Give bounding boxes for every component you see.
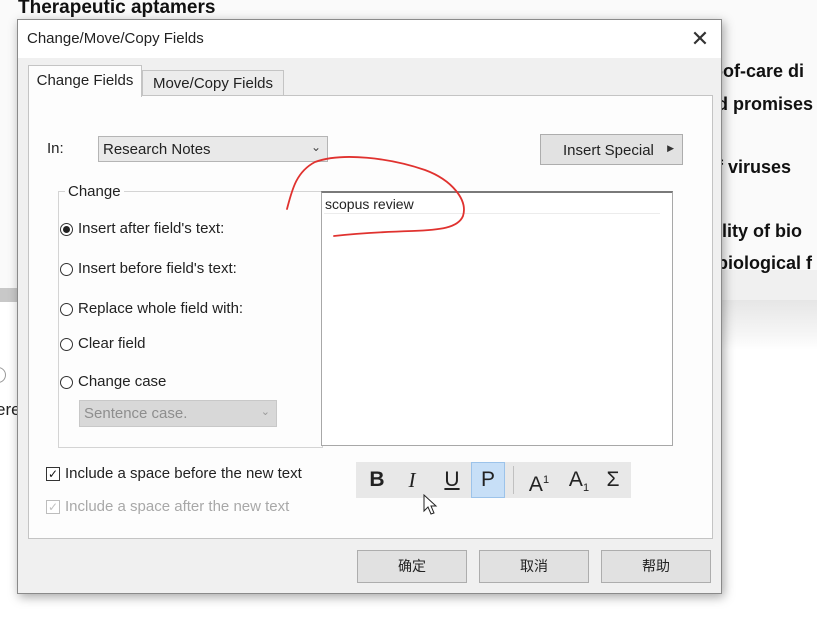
chevron-down-icon: ⌄: [310, 140, 321, 154]
subscript-button[interactable]: A1: [560, 462, 598, 498]
plain-button[interactable]: P: [471, 462, 505, 498]
new-text-value: scopus review: [325, 196, 414, 212]
cancel-button[interactable]: 取消: [479, 550, 589, 583]
italic-button[interactable]: I: [395, 462, 429, 498]
case-select[interactable]: Sentence case. ⌄: [79, 400, 277, 427]
space-after-checkbox[interactable]: ✓: [46, 500, 60, 514]
change-group-legend: Change: [65, 183, 124, 200]
tab-change-fields[interactable]: Change Fields: [28, 65, 142, 97]
radio-change-case-label[interactable]: Change case: [78, 373, 166, 390]
subscript-mark: 1: [582, 482, 590, 495]
triangle-right-icon: ▶: [667, 143, 674, 153]
tab-move-copy-fields[interactable]: Move/Copy Fields: [142, 70, 284, 97]
background-heading: Therapeutic aptamers: [18, 0, 216, 18]
radio-change-case[interactable]: [60, 376, 73, 389]
superscript-icon: A: [528, 473, 543, 496]
ok-button[interactable]: 确定: [357, 550, 467, 583]
underline-button[interactable]: U: [435, 462, 469, 498]
close-icon[interactable]: ✕: [685, 24, 715, 54]
radio-replace-whole[interactable]: [60, 303, 73, 316]
background-text-line: -of-care di: [717, 61, 805, 81]
radio-clear-field[interactable]: [60, 338, 73, 351]
textarea-divider: [324, 213, 660, 214]
radio-insert-after-label[interactable]: Insert after field's text:: [78, 220, 224, 237]
radio-insert-after[interactable]: [60, 223, 73, 236]
insert-special-label: Insert Special: [563, 142, 654, 159]
in-label: In:: [47, 140, 64, 157]
space-before-label[interactable]: Include a space before the new text: [65, 465, 302, 482]
background-shadow: [720, 300, 817, 350]
superscript-mark: 1: [542, 474, 550, 486]
radio-insert-before[interactable]: [60, 263, 73, 276]
bold-button[interactable]: B: [360, 462, 394, 498]
background-band: [720, 270, 817, 300]
chevron-down-icon: ⌄: [260, 406, 270, 418]
insert-special-button[interactable]: Insert Special ▶: [540, 134, 683, 165]
new-text-input[interactable]: scopus review: [321, 191, 673, 446]
symbol-button[interactable]: Σ: [596, 462, 630, 498]
dialog-titlebar: Change/Move/Copy Fields ✕: [18, 20, 721, 58]
formatting-toolbar: B I U P A1 A1 Σ: [356, 462, 631, 498]
background-text-line: ility of bio: [717, 221, 802, 241]
superscript-button[interactable]: A1: [520, 462, 558, 498]
help-button[interactable]: 帮助: [601, 550, 711, 583]
background-radio-fragment: [0, 367, 6, 383]
dialog-title: Change/Move/Copy Fields: [27, 30, 204, 47]
field-select[interactable]: Research Notes ⌄: [98, 136, 328, 162]
background-text-line: d promises: [717, 94, 814, 114]
mouse-pointer-icon: [423, 494, 438, 515]
radio-insert-before-label[interactable]: Insert before field's text:: [78, 260, 237, 277]
radio-replace-whole-label[interactable]: Replace whole field with:: [78, 300, 243, 317]
radio-clear-field-label[interactable]: Clear field: [78, 335, 146, 352]
case-select-value: Sentence case.: [84, 405, 188, 422]
change-move-copy-fields-dialog: Change/Move/Copy Fields ✕ Change Fields …: [17, 19, 722, 594]
background-text-line: biological f: [717, 253, 813, 273]
background-text-line: f viruses: [717, 157, 792, 177]
subscript-icon: A: [568, 468, 583, 491]
space-after-label: Include a space after the new text: [65, 498, 290, 515]
space-before-checkbox[interactable]: ✓: [46, 467, 60, 481]
field-select-value: Research Notes: [103, 141, 211, 158]
toolbar-separator: [513, 466, 514, 494]
